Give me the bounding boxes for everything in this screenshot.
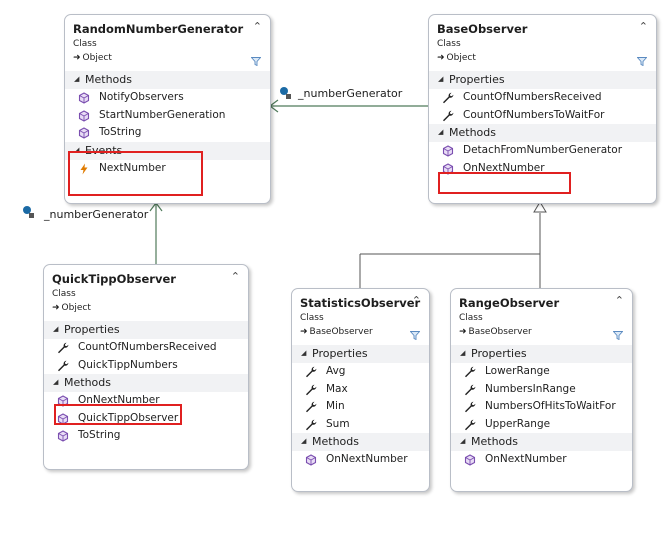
class-kind: Class	[300, 313, 324, 323]
class-box-quick-tipp-observer[interactable]: QuickTippObserver Class ➜ Object ⌃ ◢ Prope…	[43, 264, 249, 470]
class-name: RangeObserver	[459, 296, 560, 310]
method-cube-icon	[305, 454, 317, 466]
association-label-quicktipp: _numberGenerator	[44, 208, 149, 221]
member-row[interactable]: NumbersOfHitsToWaitFor	[451, 398, 632, 416]
properties-section-header[interactable]: ◢ Properties	[429, 71, 656, 89]
member-row[interactable]: OnNextNumber	[292, 451, 429, 469]
class-box-range-observer[interactable]: RangeObserver Class ➜ BaseObserver ⌃ ◢ Pro…	[450, 288, 633, 492]
double-chevron-up-icon[interactable]: ⌃	[231, 270, 240, 283]
wrench-icon	[443, 110, 454, 121]
class-name: BaseObserver	[437, 22, 528, 36]
filter-icon[interactable]	[410, 331, 420, 340]
member-row[interactable]: DetachFromNumberGenerator	[429, 142, 656, 160]
member-row[interactable]: CountOfNumbersReceived	[429, 89, 656, 107]
double-chevron-up-icon[interactable]: ⌃	[639, 20, 648, 33]
expand-triangle-icon: ◢	[53, 378, 59, 386]
member-row[interactable]: ToString	[44, 427, 248, 445]
properties-section-header[interactable]: ◢ Properties	[292, 345, 429, 363]
wrench-icon	[306, 401, 317, 413]
base-class: ➜ Object	[73, 53, 112, 63]
methods-section-header[interactable]: ◢ Methods	[429, 124, 656, 142]
member-row[interactable]: ToString	[65, 124, 270, 142]
filter-icon[interactable]	[613, 331, 623, 340]
expand-triangle-icon: ◢	[53, 325, 59, 333]
methods-section-header[interactable]: ◢ Methods	[44, 374, 248, 392]
wrench-icon	[306, 419, 317, 430]
wrench-icon	[465, 419, 476, 430]
double-chevron-up-icon[interactable]: ⌃	[412, 294, 421, 307]
field-icon	[23, 206, 34, 218]
wrench-icon	[443, 92, 454, 104]
inherits-arrow-icon: ➜	[52, 303, 60, 313]
filter-icon[interactable]	[251, 57, 261, 66]
base-class: ➜ Object	[52, 303, 91, 313]
base-class: ➜ BaseObserver	[300, 327, 373, 337]
expand-triangle-icon: ◢	[301, 349, 307, 357]
method-cube-icon	[464, 454, 476, 466]
wrench-icon	[306, 366, 317, 378]
member-row[interactable]: OnNextNumber	[451, 451, 632, 469]
class-diagram-canvas: _numberGenerator _numberGenerator Random…	[0, 0, 665, 534]
highlight-box-events	[68, 151, 203, 196]
base-class: ➜ BaseObserver	[459, 327, 532, 337]
wrench-icon	[58, 342, 69, 354]
method-cube-icon	[57, 430, 69, 442]
wrench-icon	[58, 360, 69, 371]
member-row[interactable]: Max	[292, 381, 429, 399]
double-chevron-up-icon[interactable]: ⌃	[615, 294, 624, 307]
expand-triangle-icon: ◢	[438, 75, 444, 83]
method-cube-icon	[78, 127, 90, 139]
expand-triangle-icon: ◢	[460, 437, 466, 445]
double-chevron-up-icon[interactable]: ⌃	[253, 20, 262, 33]
filter-icon[interactable]	[637, 57, 647, 66]
properties-section-header[interactable]: ◢ Properties	[44, 321, 248, 339]
inherits-arrow-icon: ➜	[437, 53, 445, 63]
wrench-icon	[465, 401, 476, 413]
member-row[interactable]: NumbersInRange	[451, 381, 632, 399]
expand-triangle-icon: ◢	[74, 75, 80, 83]
class-kind: Class	[52, 289, 76, 299]
field-icon	[280, 87, 291, 99]
class-box-statistics-observer[interactable]: StatisticsObserver Class ➜ BaseObserver ⌃…	[291, 288, 430, 492]
member-row[interactable]: LowerRange	[451, 363, 632, 381]
base-class: ➜ Object	[437, 53, 476, 63]
inherits-arrow-icon: ➜	[300, 327, 308, 337]
member-row[interactable]: CountOfNumbersReceived	[44, 339, 248, 357]
member-row[interactable]: QuickTippNumbers	[44, 357, 248, 375]
member-row[interactable]: Sum	[292, 416, 429, 434]
association-label-base-observer: _numberGenerator	[298, 87, 403, 100]
wrench-icon	[465, 366, 476, 378]
expand-triangle-icon: ◢	[460, 349, 466, 357]
member-row[interactable]: StartNumberGeneration	[65, 107, 270, 125]
method-cube-icon	[78, 92, 90, 104]
highlight-box-onnextnumber	[438, 172, 571, 194]
wrench-icon	[306, 384, 317, 395]
class-name: QuickTippObserver	[52, 272, 176, 286]
methods-section-header[interactable]: ◢ Methods	[451, 433, 632, 451]
class-kind: Class	[459, 313, 483, 323]
highlight-box-onnextnumber	[54, 404, 182, 425]
methods-section-header[interactable]: ◢ Methods	[65, 71, 270, 89]
member-row[interactable]: CountOfNumbersToWaitFor	[429, 107, 656, 125]
member-row[interactable]: Avg	[292, 363, 429, 381]
member-row[interactable]: NotifyObservers	[65, 89, 270, 107]
class-name: StatisticsObserver	[300, 296, 421, 310]
class-kind: Class	[73, 39, 97, 49]
class-name: RandomNumberGenerator	[73, 22, 244, 36]
properties-section-header[interactable]: ◢ Properties	[451, 345, 632, 363]
expand-triangle-icon: ◢	[301, 437, 307, 445]
member-row[interactable]: UpperRange	[451, 416, 632, 434]
inherits-arrow-icon: ➜	[459, 327, 467, 337]
member-row[interactable]: Min	[292, 398, 429, 416]
class-kind: Class	[437, 39, 461, 49]
expand-triangle-icon: ◢	[438, 128, 444, 136]
inherits-arrow-icon: ➜	[73, 53, 81, 63]
methods-section-header[interactable]: ◢ Methods	[292, 433, 429, 451]
method-cube-icon	[78, 109, 90, 122]
wrench-icon	[465, 384, 476, 395]
method-cube-icon	[442, 145, 454, 157]
